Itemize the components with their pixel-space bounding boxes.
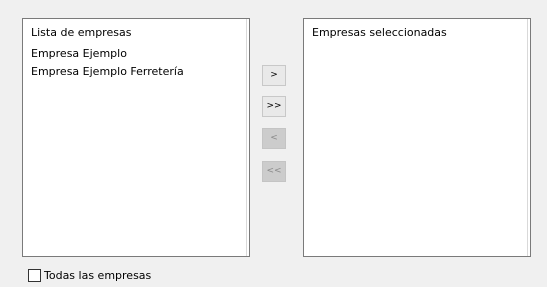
- selected-list-divider: [304, 19, 528, 256]
- list-item-company-1[interactable]: Empresa Ejemplo: [31, 47, 127, 60]
- all-companies-checkbox[interactable]: [28, 269, 41, 282]
- remove-all-button[interactable]: <<: [262, 161, 286, 182]
- list-item-company-2[interactable]: Empresa Ejemplo Ferretería: [31, 65, 184, 78]
- all-companies-label[interactable]: Todas las empresas: [44, 269, 151, 282]
- remove-button[interactable]: <: [262, 128, 286, 149]
- available-list-header: Lista de empresas: [31, 26, 132, 39]
- selected-list-header: Empresas seleccionadas: [312, 26, 447, 39]
- selected-companies-list[interactable]: Empresas seleccionadas: [303, 18, 531, 257]
- add-button[interactable]: >: [262, 65, 286, 86]
- available-companies-list[interactable]: Lista de empresas Empresa Ejemplo Empres…: [22, 18, 250, 257]
- add-all-button[interactable]: >>: [262, 96, 286, 117]
